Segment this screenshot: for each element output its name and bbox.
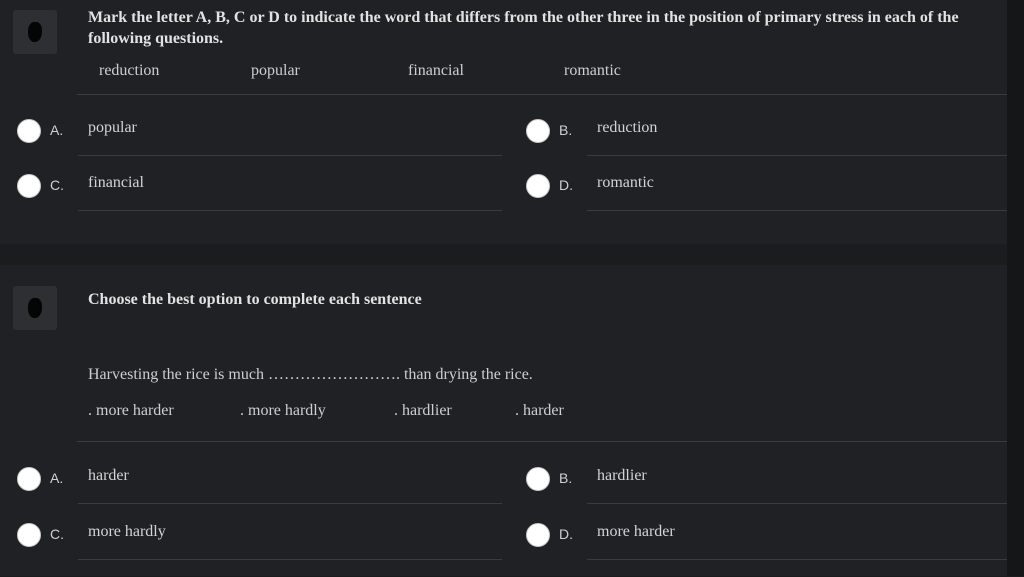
word-item: financial bbox=[408, 62, 464, 79]
radio-button[interactable] bbox=[526, 467, 550, 491]
choice-a[interactable]: A. harder bbox=[17, 467, 502, 521]
choice-text: harder bbox=[88, 467, 129, 484]
choice-text: financial bbox=[88, 174, 144, 191]
choice-underline bbox=[78, 559, 502, 560]
choice-underline bbox=[587, 210, 1007, 211]
avatar-blob-icon bbox=[28, 22, 42, 42]
radio-button[interactable] bbox=[17, 119, 41, 143]
choice-text: romantic bbox=[597, 174, 654, 191]
choice-text: reduction bbox=[597, 119, 658, 136]
divider bbox=[77, 441, 1007, 442]
option-item: . more hardly bbox=[240, 402, 326, 419]
question-2-options: . more harder . more hardly . hardlier .… bbox=[88, 402, 688, 424]
choice-letter: B. bbox=[559, 122, 573, 138]
question-2-sentence: Harvesting the rice is much ……………………. th… bbox=[88, 366, 533, 383]
avatar-blob-icon bbox=[28, 298, 42, 318]
choice-underline bbox=[587, 559, 1007, 560]
option-item: . harder bbox=[515, 402, 564, 419]
question-1-words: reduction popular financial romantic bbox=[88, 62, 688, 84]
choice-letter: C. bbox=[50, 177, 64, 193]
choice-text: popular bbox=[88, 119, 137, 136]
option-item: . hardlier bbox=[394, 402, 452, 419]
radio-button[interactable] bbox=[17, 174, 41, 198]
choice-c[interactable]: C. more hardly bbox=[17, 523, 502, 577]
question-avatar bbox=[13, 286, 57, 330]
choice-b[interactable]: B. reduction bbox=[526, 119, 1007, 173]
choice-c[interactable]: C. financial bbox=[17, 174, 502, 228]
word-item: popular bbox=[251, 62, 300, 79]
question-avatar bbox=[13, 10, 57, 54]
option-item: . more harder bbox=[88, 402, 174, 419]
choice-letter: A. bbox=[50, 122, 64, 138]
choice-letter: A. bbox=[50, 470, 64, 486]
radio-button[interactable] bbox=[17, 467, 41, 491]
choice-underline bbox=[587, 503, 1007, 504]
radio-button[interactable] bbox=[526, 119, 550, 143]
question-2-instruction: Choose the best option to complete each … bbox=[88, 291, 422, 308]
choice-text: more hardly bbox=[88, 523, 166, 540]
radio-button[interactable] bbox=[526, 174, 550, 198]
choice-text: more harder bbox=[597, 523, 675, 540]
radio-button[interactable] bbox=[526, 523, 550, 547]
choice-underline bbox=[78, 210, 502, 211]
question-1-instruction: Mark the letter A, B, C or D to indicate… bbox=[88, 9, 959, 47]
choice-underline bbox=[587, 155, 1007, 156]
choice-letter: D. bbox=[559, 526, 573, 542]
choice-a[interactable]: A. popular bbox=[17, 119, 502, 173]
word-item: reduction bbox=[99, 62, 160, 79]
choice-d[interactable]: D. more harder bbox=[526, 523, 1007, 577]
divider bbox=[77, 94, 1007, 95]
radio-button[interactable] bbox=[17, 523, 41, 547]
scroll-gutter bbox=[1007, 0, 1024, 576]
choice-underline bbox=[78, 503, 502, 504]
choice-d[interactable]: D. romantic bbox=[526, 174, 1007, 228]
question-card-2: Choose the best option to complete each … bbox=[0, 265, 1007, 576]
choice-letter: C. bbox=[50, 526, 64, 542]
word-item: romantic bbox=[564, 62, 621, 79]
question-card-1: Mark the letter A, B, C or D to indicate… bbox=[0, 0, 1007, 244]
choice-letter: B. bbox=[559, 470, 573, 486]
choice-b[interactable]: B. hardlier bbox=[526, 467, 1007, 521]
choice-letter: D. bbox=[559, 177, 573, 193]
choice-text: hardlier bbox=[597, 467, 647, 484]
choice-underline bbox=[78, 155, 502, 156]
